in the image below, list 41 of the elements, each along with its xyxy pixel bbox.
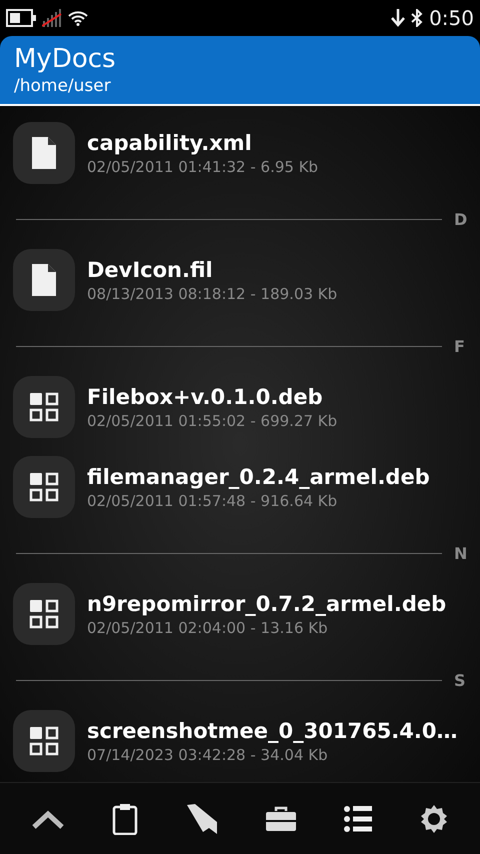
download-arrow-icon: [391, 9, 406, 27]
settings-icon: [418, 804, 449, 834]
clock-time: 0:50: [429, 8, 474, 28]
header-path: /home/user: [14, 75, 112, 97]
grid-icon: [29, 472, 59, 502]
section-letter: N: [454, 544, 468, 564]
file-item[interactable]: Filebox+v.0.1.0.deb 02/05/2011 01:55:02 - 699.27 Kb: [0, 367, 480, 447]
file-item[interactable]: DevIcon.fil 08/13/2013 08:18:12 - 189.03 Kb: [0, 240, 480, 320]
toolbox-icon: [265, 806, 298, 832]
list-icon: [344, 806, 372, 832]
section-letter: S: [454, 671, 467, 691]
tag-icon: [184, 802, 219, 834]
file-details: 08/13/2013 08:18:12 - 189.03 Kb: [87, 284, 338, 304]
file-item[interactable]: capability.xml 02/05/2011 01:41:32 - 6.95 Kb: [0, 113, 480, 193]
file-details: 07/14/2023 03:42:28 - 34.04 Kb: [87, 745, 329, 765]
file-name: DevIcon.fil: [87, 257, 214, 284]
file-details: 02/05/2011 02:04:00 - 13.16 Kb: [87, 618, 329, 638]
file-name: n9repomirror_0.7.2_armel.deb: [87, 591, 446, 618]
file-item[interactable]: screenshotmee_0_301765.4.0… 07/14/2023 03:42:28 - 34.04 Kb: [0, 701, 480, 781]
section-letter: F: [454, 337, 466, 357]
file-details: 02/05/2011 01:57:48 - 916.64 Kb: [87, 491, 338, 511]
file-item[interactable]: n9repomirror_0.7.2_armel.deb 02/05/2011 02:04:00 - 13.16 Kb: [0, 574, 480, 654]
wifi-icon: [68, 10, 88, 26]
document-icon: [32, 137, 56, 169]
file-name: capability.xml: [87, 130, 253, 157]
grid-icon: [29, 599, 59, 629]
section-letter: D: [454, 210, 468, 230]
clipboard-icon: [112, 802, 138, 834]
file-details: 02/05/2011 01:55:02 - 699.27 Kb: [87, 411, 338, 431]
document-icon: [32, 264, 56, 296]
file-details: 02/05/2011 01:41:32 - 6.95 Kb: [87, 157, 318, 177]
file-name: screenshotmee_0_301765.4.0…: [87, 718, 458, 745]
file-name: filemanager_0.2.4_armel.deb: [87, 464, 430, 491]
signal-icon: [42, 9, 62, 27]
bluetooth-icon: [411, 9, 424, 27]
file-name: Filebox+v.0.1.0.deb: [87, 384, 324, 411]
grid-icon: [29, 726, 59, 756]
header-title: MyDocs: [14, 43, 117, 75]
grid-icon: [29, 392, 59, 422]
file-item[interactable]: filemanager_0.2.4_armel.deb 02/05/2011 01:57:48 - 916.64 Kb: [0, 447, 480, 527]
battery-icon: [6, 9, 36, 27]
